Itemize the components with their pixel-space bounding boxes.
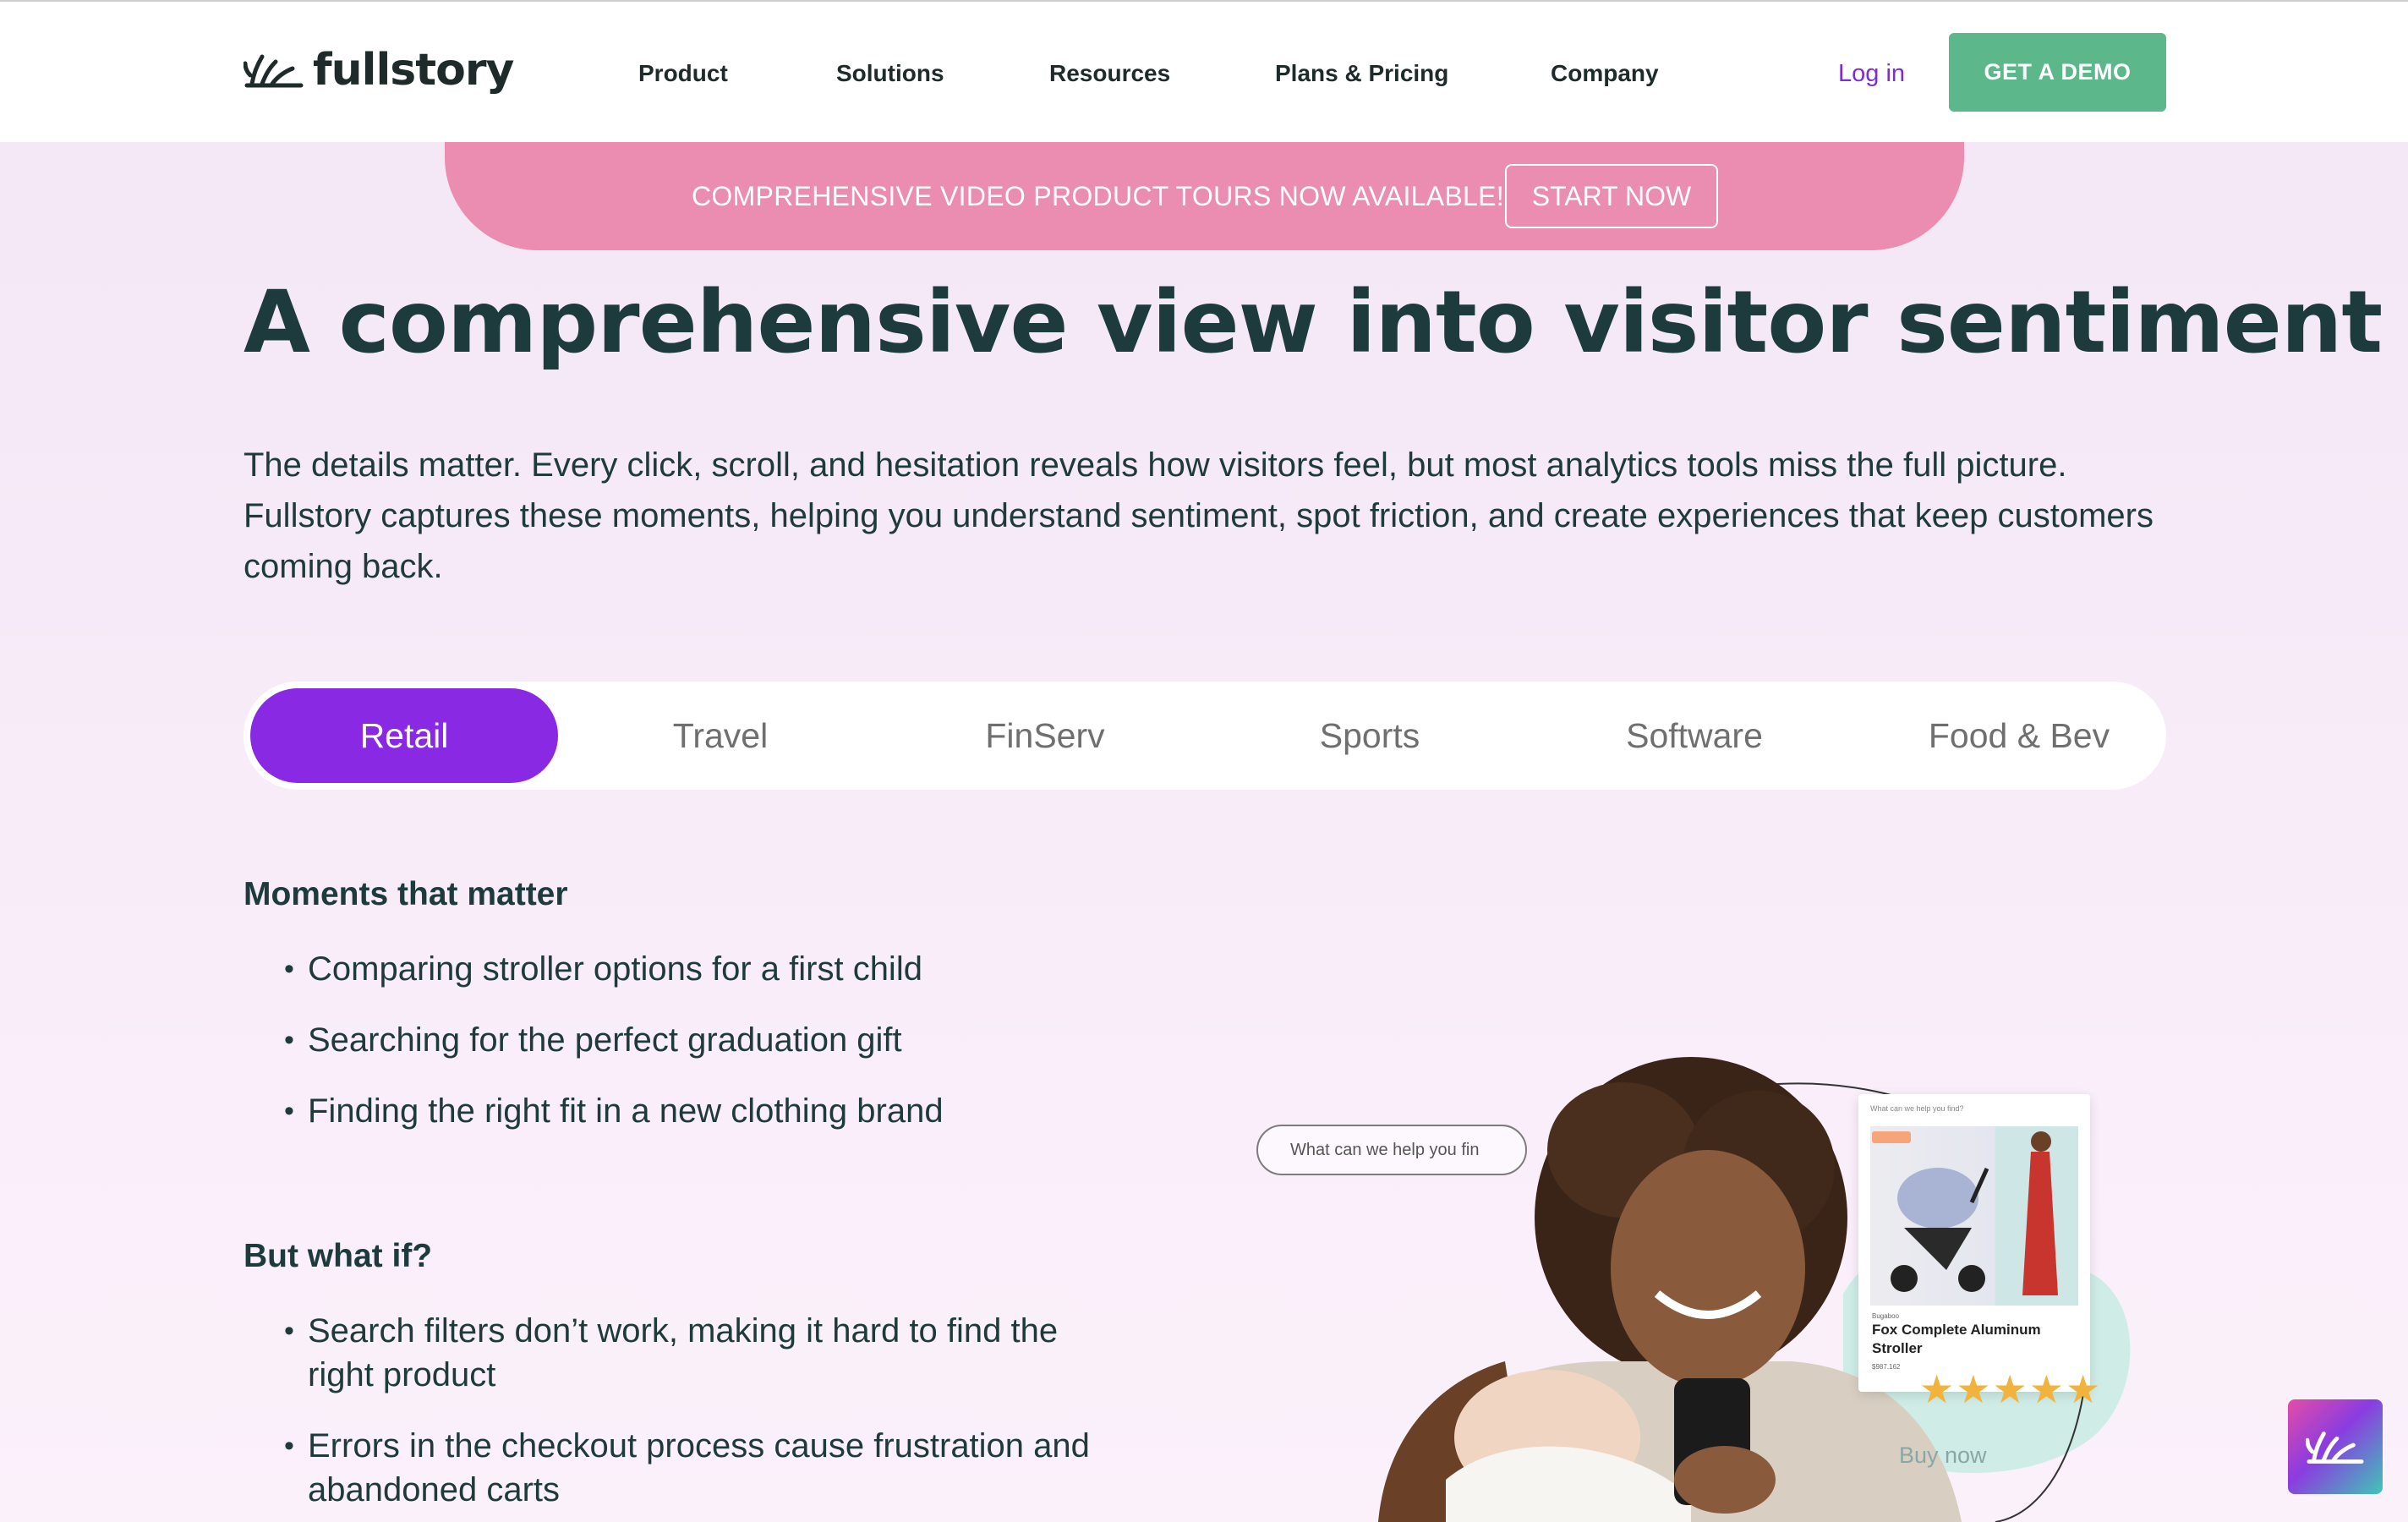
start-now-button[interactable]: START NOW xyxy=(1505,164,1718,228)
card-brand: Bugaboo xyxy=(1872,1312,1900,1320)
retail-illustration: What can we help you fin What can we hel… xyxy=(1251,1040,2148,1522)
buy-now-label: Buy now xyxy=(1899,1443,1987,1468)
login-link[interactable]: Log in xyxy=(1838,52,1905,95)
nav-solutions[interactable]: Solutions xyxy=(836,52,944,95)
nav-resources[interactable]: Resources xyxy=(1049,52,1170,95)
product-card: What can we help you find? Bugaboo Fox C… xyxy=(1858,1094,2090,1392)
banner-text: COMPREHENSIVE VIDEO PRODUCT TOURS NOW AV… xyxy=(692,181,1504,211)
moments-list: Comparing stroller options for a first c… xyxy=(284,947,1130,1133)
what-if-list: Search filters don’t work, making it har… xyxy=(284,1309,1130,1512)
list-item: Finding the right fit in a new clothing … xyxy=(284,1089,1130,1133)
tab-travel[interactable]: Travel xyxy=(594,688,847,783)
site-header: fullstory Product Solutions Resources Pl… xyxy=(0,2,2408,142)
product-name: Fox Complete Aluminum Stroller xyxy=(1872,1322,2041,1356)
search-bubble: What can we help you fin xyxy=(1256,1125,1527,1175)
nav-product[interactable]: Product xyxy=(638,52,728,95)
list-item: Comparing stroller options for a first c… xyxy=(284,947,1130,991)
list-item: Searching for the perfect graduation gif… xyxy=(284,1018,1130,1062)
list-item: Errors in the checkout process cause fru… xyxy=(284,1424,1130,1512)
moments-heading: Moments that matter xyxy=(244,876,568,912)
card-search-text: What can we help you find? xyxy=(1870,1104,1964,1113)
fullstory-chat-button[interactable] xyxy=(2288,1399,2383,1494)
list-item: Search filters don’t work, making it har… xyxy=(284,1309,1130,1397)
nav-company[interactable]: Company xyxy=(1551,52,1659,95)
stroller-image xyxy=(1891,1167,1989,1292)
fullstory-logo[interactable]: fullstory xyxy=(244,41,514,100)
nav-plans-pricing[interactable]: Plans & Pricing xyxy=(1275,52,1448,95)
logo-text: fullstory xyxy=(313,45,514,96)
tab-software[interactable]: Software xyxy=(1568,688,1821,783)
hero-description: The details matter. Every click, scroll,… xyxy=(244,446,2154,585)
sale-tag xyxy=(1872,1131,1911,1143)
industry-tabs: Retail Travel FinServ Sports Software Fo… xyxy=(244,682,2166,790)
tab-sports[interactable]: Sports xyxy=(1243,688,1497,783)
product-image xyxy=(1870,1126,2078,1306)
what-if-heading: But what if? xyxy=(244,1238,433,1274)
page-title: A comprehensive view into visitor sentim… xyxy=(244,272,2383,373)
fullstory-chat-icon xyxy=(2306,1432,2364,1464)
fullstory-logo-icon xyxy=(244,54,304,88)
tab-retail[interactable]: Retail xyxy=(250,688,558,783)
get-a-demo-button[interactable]: GET A DEMO xyxy=(1949,33,2166,112)
card-price: $987.162 xyxy=(1872,1363,1901,1371)
model-image xyxy=(1997,1126,2078,1306)
tab-finserv[interactable]: FinServ xyxy=(918,688,1172,783)
announcement-banner: COMPREHENSIVE VIDEO PRODUCT TOURS NOW AV… xyxy=(445,142,1964,250)
rating-stars: ★★★★★ xyxy=(1919,1367,2103,1411)
tab-food-bev[interactable]: Food & Bev xyxy=(1892,688,2146,783)
